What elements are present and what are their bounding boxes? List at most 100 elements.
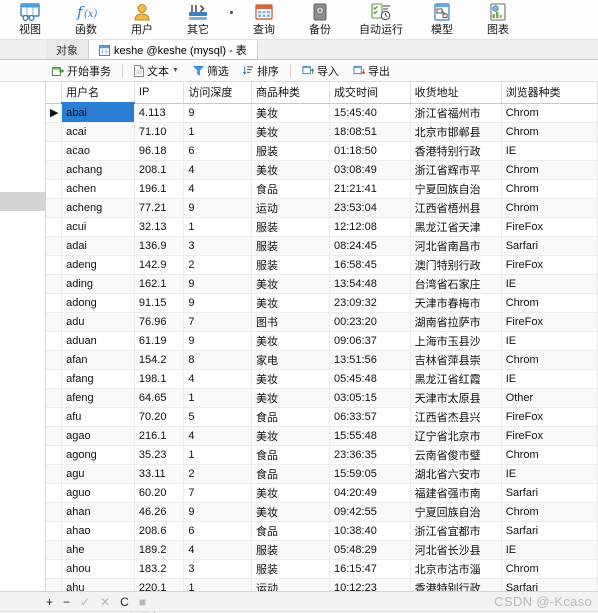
grid-cell[interactable]: 77.21 [134, 198, 185, 218]
table-row[interactable]: ▶ abai 4.113 9 美妆 15:45:40 浙江省福州市 Chrom [46, 103, 598, 123]
grid-cell[interactable]: 05:45:48 [329, 369, 411, 389]
grid-cell[interactable]: ading [61, 274, 135, 294]
grid-cell[interactable]: 9 [183, 293, 252, 313]
table-row[interactable]: acao 96.18 6 服装 01:18:50 香港特别行政 IE [46, 141, 598, 161]
grid-cell[interactable]: 9 [183, 502, 252, 522]
grid-cell[interactable]: 21:21:41 [329, 179, 411, 199]
grid-cell[interactable]: ahou [61, 559, 135, 579]
grid-cell[interactable]: 4 [183, 540, 252, 560]
grid-cell[interactable]: 服装 [251, 255, 331, 275]
grid-cell[interactable]: 9 [183, 274, 252, 294]
grid-cell[interactable]: 35.23 [134, 445, 185, 465]
grid-cell[interactable]: 9 [183, 331, 252, 351]
grid-cell[interactable]: 3 [183, 236, 252, 256]
grid-cell[interactable]: 03:08:49 [329, 160, 411, 180]
table-row[interactable]: afang 198.1 4 美妆 05:45:48 黑龙江省红霞 IE [46, 369, 598, 389]
grid-cell[interactable]: Sarfari [501, 236, 598, 256]
grid-cell[interactable]: IE [501, 141, 598, 161]
grid-cell[interactable]: 美妆 [251, 426, 331, 446]
grid-cell[interactable]: 33.11 [134, 464, 185, 484]
stop-button[interactable]: ■ [139, 596, 146, 608]
grid-cell[interactable]: 天津市春梅市 [410, 293, 502, 313]
import-button[interactable]: 导入 [296, 62, 345, 80]
grid-cell[interactable]: afan [61, 350, 135, 370]
grid-cell[interactable]: 运动 [251, 578, 331, 591]
grid-cell[interactable]: 黑龙江省红霞 [410, 369, 502, 389]
table-row[interactable]: acheng 77.21 9 运动 23:53:04 江西省梧州县 Chrom [46, 198, 598, 218]
grid-cell[interactable]: 河北省南昌市 [410, 236, 502, 256]
grid-cell[interactable]: 服装 [251, 236, 331, 256]
begin-transaction-button[interactable]: 开始事务 [46, 62, 117, 80]
grid-cell[interactable]: 浙江省辉市平 [410, 160, 502, 180]
grid-cell[interactable]: Chrom [501, 293, 598, 313]
text-button[interactable]: 文本 ▼ [128, 62, 185, 80]
grid-cell[interactable]: 09:06:37 [329, 331, 411, 351]
grid-cell[interactable]: adong [61, 293, 135, 313]
grid-cell[interactable]: 1 [183, 445, 252, 465]
grid-cell[interactable]: 15:45:40 [329, 103, 411, 123]
grid-cell[interactable]: 4 [183, 160, 252, 180]
grid-cell[interactable]: 湖北省六安市 [410, 464, 502, 484]
grid-cell[interactable]: 6 [183, 521, 252, 541]
ribbon-button-user[interactable]: 用户 [114, 0, 170, 40]
grid-cell[interactable]: 1 [183, 122, 252, 142]
grid-cell[interactable]: 美妆 [251, 274, 331, 294]
table-row[interactable]: aduan 61.19 9 美妆 09:06:37 上海市玉县沙 IE [46, 331, 598, 351]
grid-cell[interactable]: ahe [61, 540, 135, 560]
grid-cell[interactable]: 美妆 [251, 502, 331, 522]
grid-cell[interactable]: Chrom [501, 122, 598, 142]
grid-cell[interactable]: 23:09:32 [329, 293, 411, 313]
chevron-down-icon[interactable]: ▼ [172, 67, 179, 74]
grid-cell[interactable]: 上海市玉县沙 [410, 331, 502, 351]
grid-cell[interactable]: 4 [183, 179, 252, 199]
grid-cell[interactable]: FireFox [501, 426, 598, 446]
table-row[interactable]: afu 70.20 5 食品 06:33:57 江西省杰县兴 FireFox [46, 407, 598, 427]
add-record-button[interactable]: + [46, 596, 53, 608]
grid-cell[interactable]: acai [61, 122, 135, 142]
grid-cell[interactable]: Chrom [501, 350, 598, 370]
grid-cell[interactable]: adu [61, 312, 135, 332]
grid-cell[interactable]: 08:24:45 [329, 236, 411, 256]
ribbon-button-query[interactable]: 查询 [236, 0, 292, 40]
grid-cell[interactable]: 服装 [251, 141, 331, 161]
grid-cell[interactable]: 福建省强市南 [410, 483, 502, 503]
grid-cell[interactable]: 服装 [251, 559, 331, 579]
ribbon-button-automation[interactable]: 自动运行 [348, 0, 414, 40]
grid-cell[interactable]: adai [61, 236, 135, 256]
grid-cell[interactable]: 美妆 [251, 483, 331, 503]
table-row[interactable]: acai 71.10 1 美妆 18:08:51 北京市邯郸县 Chrom [46, 122, 598, 142]
grid-cell[interactable]: 05:48:29 [329, 540, 411, 560]
grid-cell[interactable]: 13:51:56 [329, 350, 411, 370]
grid-cell[interactable]: 北京市沽市淄 [410, 559, 502, 579]
grid-cell[interactable]: 6 [183, 141, 252, 161]
grid-cell[interactable]: FireFox [501, 255, 598, 275]
table-row[interactable]: ading 162.1 9 美妆 13:54:48 台湾省石家庄 IE [46, 274, 598, 294]
grid-cell[interactable]: 2 [183, 255, 252, 275]
grid-cell[interactable]: achen [61, 179, 135, 199]
grid-cell[interactable]: abai [61, 103, 135, 123]
table-row[interactable]: adu 76.96 7 图书 00:23:20 湖南省拉萨市 FireFox [46, 312, 598, 332]
grid-cell[interactable]: 食品 [251, 521, 331, 541]
grid-cell[interactable]: 运动 [251, 198, 331, 218]
grid-cell[interactable]: 9 [183, 198, 252, 218]
grid-cell[interactable]: 60.20 [134, 483, 185, 503]
grid-cell[interactable]: 1 [183, 578, 252, 591]
grid-cell[interactable]: 9 [183, 103, 252, 123]
ribbon-button-view[interactable]: 视图 [2, 0, 58, 40]
grid-cell[interactable]: afang [61, 369, 135, 389]
grid-cell[interactable]: achang [61, 160, 135, 180]
grid-cell[interactable]: 03:05:15 [329, 388, 411, 408]
grid-cell[interactable]: IE [501, 464, 598, 484]
grid-cell[interactable]: 09:42:55 [329, 502, 411, 522]
grid-cell[interactable]: 61.19 [134, 331, 185, 351]
grid-cell[interactable]: Chrom [501, 559, 598, 579]
grid-cell[interactable]: Chrom [501, 502, 598, 522]
grid-cell[interactable]: Chrom [501, 198, 598, 218]
grid-cell[interactable]: 4.113 [134, 103, 185, 123]
grid-cell[interactable]: 71.10 [134, 122, 185, 142]
export-button[interactable]: 导出 [347, 62, 396, 80]
grid-cell[interactable]: acui [61, 217, 135, 237]
ribbon-button-other[interactable]: 其它 [170, 0, 226, 40]
table-row[interactable]: agong 35.23 1 食品 23:36:35 云南省俊市璧 Chrom [46, 445, 598, 465]
grid-cell[interactable]: 76.96 [134, 312, 185, 332]
